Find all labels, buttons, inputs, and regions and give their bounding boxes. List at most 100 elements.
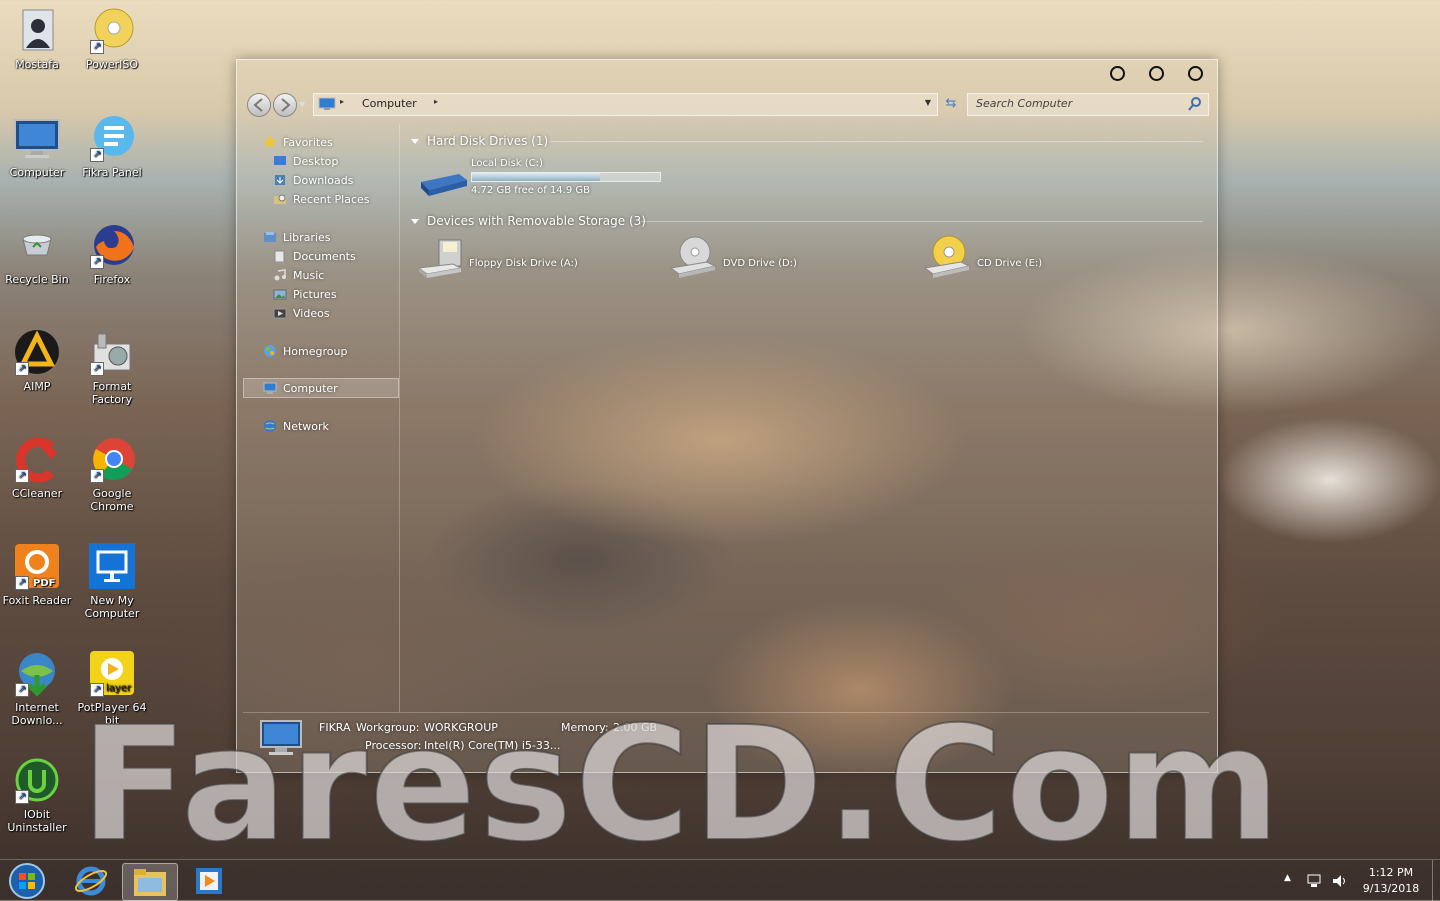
- format-factory-icon: ↗: [88, 328, 136, 376]
- sidebar-item-computer[interactable]: Computer: [263, 380, 338, 398]
- sidebar-item-downloads[interactable]: Downloads: [273, 172, 353, 190]
- desktop-icon-internet-download-manager[interactable]: ↗ Internet Downlo...: [0, 649, 74, 727]
- start-button[interactable]: [4, 863, 50, 899]
- recycle-bin-icon: [13, 221, 61, 269]
- sidebar-item-videos[interactable]: Videos: [273, 305, 330, 323]
- taskbar-internet-explorer[interactable]: [64, 863, 118, 899]
- drive-cd-e[interactable]: CD Drive (E:): [923, 234, 1163, 282]
- back-arrow-icon: [253, 98, 263, 112]
- desktop-icon-recycle-bin[interactable]: Recycle Bin: [0, 221, 74, 286]
- desktop-icon-google-chrome[interactable]: ↗ Google Chrome: [75, 435, 149, 513]
- shortcut-arrow-icon: ↗: [15, 790, 29, 804]
- sidebar-item-libraries[interactable]: Libraries: [263, 229, 331, 247]
- computer-small-icon: [318, 97, 336, 110]
- downloads-icon: [273, 174, 287, 186]
- drive-name: DVD Drive (D:): [723, 258, 797, 269]
- minimize-button[interactable]: [1110, 66, 1125, 81]
- poweriso-disc-icon: ↗: [88, 6, 136, 54]
- sidebar-item-favorites[interactable]: Favorites: [263, 134, 333, 152]
- user-folder-icon: [13, 6, 61, 54]
- desktop-icon-firefox[interactable]: ↗ Firefox: [75, 221, 149, 286]
- desktop-icon-format-factory[interactable]: ↗ Format Factory: [75, 328, 149, 406]
- sidebar-item-recent-places[interactable]: Recent Places: [273, 191, 370, 209]
- navigation-bar: ▼ ▸ Computer ▸ ▼ ⇆ Search Computer: [243, 91, 1209, 117]
- desktop-icon-mostafa[interactable]: Mostafa: [0, 6, 74, 71]
- floppy-drive-icon: [417, 239, 463, 278]
- breadcrumb-chevron-icon[interactable]: ▸: [340, 97, 344, 106]
- drive-local-disk-c[interactable]: Local Disk (C:) 4.72 GB free of 14.9 GB: [413, 158, 673, 202]
- sidebar-item-pictures[interactable]: Pictures: [273, 286, 337, 304]
- svg-text:PDF: PDF: [33, 578, 55, 589]
- desktop-icon-label: Internet Downlo...: [11, 701, 63, 727]
- pictures-icon: [273, 288, 287, 300]
- forward-button[interactable]: [273, 93, 297, 117]
- desktop-icon-label: CCleaner: [11, 487, 63, 500]
- desktop-icon-foxit-reader[interactable]: PDF ↗ Foxit Reader: [0, 542, 74, 607]
- desktop-icon-fikra-panel[interactable]: ↗ Fikra Panel: [75, 114, 149, 179]
- desktop-icon-label: Firefox: [93, 273, 131, 286]
- address-dropdown-icon[interactable]: ▼: [925, 98, 931, 107]
- shortcut-arrow-icon: ↗: [15, 362, 29, 376]
- breadcrumb-chevron-icon[interactable]: ▸: [434, 97, 438, 106]
- caption-buttons: [1110, 66, 1203, 81]
- shortcut-arrow-icon: ↗: [15, 469, 29, 483]
- sidebar-item-desktop[interactable]: Desktop: [273, 153, 338, 171]
- computer-monitor-icon: [13, 114, 61, 162]
- shortcut-arrow-icon: ↗: [90, 362, 104, 376]
- desktop-icon-new-my-computer[interactable]: New My Computer: [75, 542, 149, 620]
- search-icon[interactable]: [1188, 97, 1202, 111]
- desktop-icon-label: PowerISO: [85, 58, 139, 71]
- libraries-icon: [263, 231, 277, 243]
- network-tray-icon[interactable]: [1306, 873, 1324, 889]
- desktop-icon-label: AIMP: [23, 380, 51, 393]
- desktop-icon-poweriso[interactable]: ↗ PowerISO: [75, 6, 149, 71]
- drive-floppy-a[interactable]: Floppy Disk Drive (A:): [413, 238, 653, 282]
- refresh-button[interactable]: ⇆: [941, 94, 961, 114]
- show-desktop-button[interactable]: [1432, 860, 1440, 901]
- homegroup-icon: [263, 344, 277, 357]
- folder-icon: [134, 869, 166, 896]
- group-header-removable-storage[interactable]: Devices with Removable Storage (3): [411, 212, 646, 230]
- breadcrumb-computer[interactable]: Computer: [362, 97, 417, 110]
- desktop-icon-aimp[interactable]: ↗ AIMP: [0, 328, 74, 393]
- sidebar-item-documents[interactable]: Documents: [273, 248, 356, 266]
- sidebar-item-music[interactable]: Music: [273, 267, 324, 285]
- music-icon: [273, 269, 287, 281]
- foxit-pdf-icon: PDF ↗: [13, 542, 61, 590]
- clock-time: 1:12 PM: [1368, 866, 1414, 879]
- desktop-icon-computer[interactable]: Computer: [0, 114, 74, 179]
- desktop-icon: [273, 155, 287, 167]
- sidebar-item-network[interactable]: Network: [263, 418, 329, 436]
- maximize-button[interactable]: [1149, 66, 1164, 81]
- desktop-icon-label: Recycle Bin: [5, 273, 69, 286]
- internet-explorer-icon: [74, 866, 108, 896]
- new-computer-icon: [88, 542, 136, 590]
- aimp-icon: ↗: [13, 328, 61, 376]
- group-header-hard-disk-drives[interactable]: Hard Disk Drives (1): [411, 132, 548, 150]
- show-hidden-icons-button[interactable]: ▲: [1284, 873, 1291, 883]
- back-button[interactable]: [247, 93, 271, 117]
- search-box[interactable]: Search Computer: [967, 93, 1209, 116]
- refresh-icon: ⇆: [945, 96, 957, 111]
- drive-name: CD Drive (E:): [977, 258, 1043, 269]
- close-button[interactable]: [1188, 66, 1203, 81]
- taskbar-file-explorer[interactable]: [122, 863, 178, 901]
- sidebar-item-homegroup[interactable]: Homegroup: [263, 343, 347, 361]
- idm-globe-icon: ↗: [13, 649, 61, 697]
- clock[interactable]: 1:12 PM 9/13/2018: [1356, 865, 1426, 897]
- desktop-icon-label: Fikra Panel: [82, 166, 142, 179]
- desktop-icon-label: Mostafa: [15, 58, 59, 71]
- group-divider: [641, 221, 1203, 222]
- cd-drive-icon: [923, 235, 971, 278]
- recent-pages-dropdown[interactable]: ▼: [299, 100, 305, 109]
- desktop-icon-iobit-uninstaller[interactable]: ↗ IObit Uninstaller: [0, 756, 74, 834]
- drive-dvd-d[interactable]: DVD Drive (D:): [669, 234, 909, 282]
- taskbar-media-player[interactable]: [182, 863, 236, 899]
- volume-icon[interactable]: [1331, 873, 1349, 889]
- network-globe-icon: [263, 419, 277, 432]
- desktop-icon-label: Foxit Reader: [2, 594, 72, 607]
- desktop-icon-ccleaner[interactable]: ↗ CCleaner: [0, 435, 74, 500]
- address-bar[interactable]: ▸ Computer ▸ ▼: [313, 93, 938, 116]
- desktop-icon-label: Google Chrome: [90, 487, 134, 513]
- shortcut-arrow-icon: ↗: [90, 469, 104, 483]
